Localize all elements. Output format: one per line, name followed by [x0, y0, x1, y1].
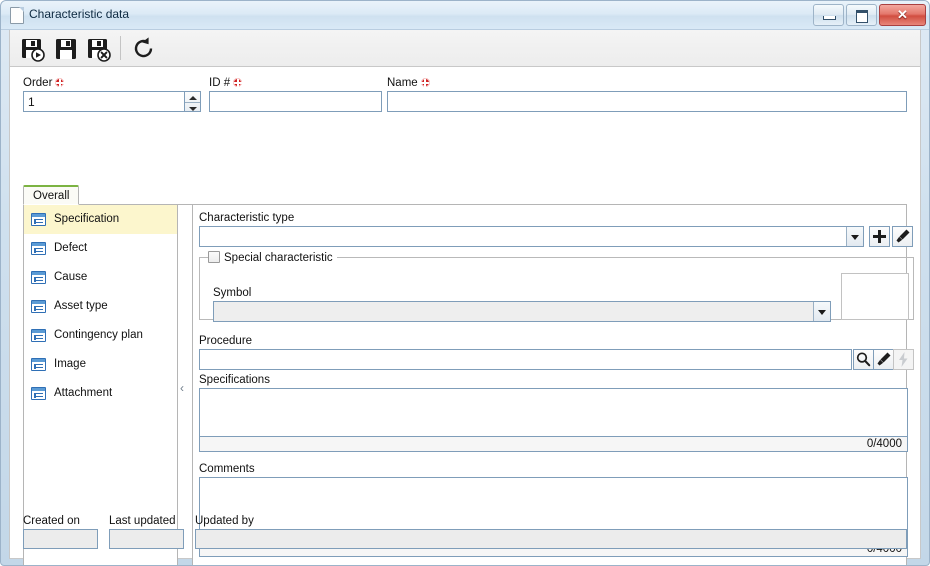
- special-characteristic-checkbox[interactable]: [208, 251, 220, 263]
- sidebar-item-label: Specification: [54, 213, 120, 225]
- window-title: Characteristic data: [29, 7, 130, 21]
- form-icon: [31, 387, 46, 400]
- sidebar-item-attachment[interactable]: Attachment: [24, 379, 177, 408]
- close-icon: ✕: [897, 7, 908, 22]
- sidebar-item-cause[interactable]: Cause: [24, 263, 177, 292]
- last-updated-value: [109, 529, 184, 549]
- content-panel: Characteristic type Special characterist…: [192, 205, 914, 565]
- updated-by-value: [195, 529, 907, 549]
- maximize-icon: [856, 10, 868, 23]
- minimize-button[interactable]: [813, 4, 844, 26]
- sidebar: Specification Defect Cause Asset type Co…: [23, 205, 178, 565]
- minimize-icon: [823, 16, 836, 20]
- save-close-icon: [88, 39, 111, 62]
- save-new-icon: [22, 39, 45, 62]
- procedure-search-button[interactable]: [853, 349, 874, 370]
- name-input[interactable]: [387, 91, 907, 112]
- window-controls: ✕: [813, 4, 926, 26]
- save-and-close-button[interactable]: [84, 35, 112, 62]
- procedure-execute-button[interactable]: [893, 349, 914, 370]
- sidebar-item-label: Defect: [54, 242, 88, 254]
- sidebar-item-label: Cause: [54, 271, 88, 283]
- name-label: Name: [387, 77, 430, 89]
- chevron-down-icon[interactable]: [846, 227, 863, 246]
- procedure-label: Procedure: [199, 335, 253, 347]
- created-on-value: [23, 529, 98, 549]
- brush-icon: [896, 229, 910, 243]
- form-icon: [31, 213, 46, 226]
- sidebar-splitter[interactable]: ‹: [178, 205, 192, 565]
- required-indicator-icon: [233, 78, 243, 87]
- add-icon: [873, 230, 886, 243]
- chevron-down-icon: [189, 106, 197, 111]
- order-spinner[interactable]: [184, 91, 201, 112]
- required-indicator-icon: [420, 78, 430, 87]
- characteristic-type-combo[interactable]: [199, 226, 864, 247]
- symbol-preview: [841, 273, 909, 320]
- toolbar: [9, 30, 921, 67]
- procedure-clear-button[interactable]: [873, 349, 894, 370]
- save-and-new-button[interactable]: [18, 35, 46, 62]
- sidebar-item-contingency-plan[interactable]: Contingency plan: [24, 321, 177, 350]
- refresh-button[interactable]: [130, 35, 158, 62]
- sidebar-item-asset-type[interactable]: Asset type: [24, 292, 177, 321]
- chevron-down-icon[interactable]: [813, 302, 830, 321]
- symbol-label: Symbol: [213, 287, 252, 299]
- comments-label: Comments: [199, 463, 255, 475]
- sidebar-item-defect[interactable]: Defect: [24, 234, 177, 263]
- symbol-combo[interactable]: [213, 301, 831, 322]
- chevron-left-icon[interactable]: ‹: [180, 382, 184, 394]
- id-label: ID #: [209, 77, 243, 89]
- sidebar-item-label: Image: [54, 358, 86, 370]
- toolbar-separator: [120, 36, 121, 60]
- magnifier-icon: [856, 352, 871, 367]
- sidebar-item-specification[interactable]: Specification: [24, 205, 177, 234]
- last-updated-label: Last updated: [109, 515, 176, 527]
- special-characteristic-legend: Special characteristic: [208, 250, 337, 266]
- document-icon: [10, 7, 24, 24]
- title-bar: Characteristic data ✕: [1, 1, 929, 30]
- form-icon: [31, 358, 46, 371]
- tab-overall[interactable]: Overall: [23, 185, 80, 205]
- maximize-button[interactable]: [846, 4, 877, 26]
- sidebar-item-image[interactable]: Image: [24, 350, 177, 379]
- specifications-counter: 0/4000: [200, 436, 907, 451]
- created-on-label: Created on: [23, 515, 80, 527]
- sidebar-item-label: Asset type: [54, 300, 108, 312]
- order-spinner-up[interactable]: [185, 92, 200, 102]
- characteristic-type-label: Characteristic type: [199, 212, 295, 224]
- characteristic-type-add-button[interactable]: [869, 226, 890, 247]
- brush-icon: [877, 352, 891, 366]
- order-input[interactable]: [23, 91, 189, 112]
- form-icon: [31, 271, 46, 284]
- specifications-field: 0/4000: [199, 388, 908, 452]
- required-indicator-icon: [55, 78, 65, 87]
- application-window: Characteristic data ✕ Order 1 ID # Name …: [0, 0, 930, 566]
- id-input[interactable]: [209, 91, 382, 112]
- tab-strip: Overall: [23, 185, 907, 205]
- procedure-input[interactable]: [199, 349, 852, 370]
- form-icon: [31, 300, 46, 313]
- client-area: Order ID # Name Overall Specification: [9, 67, 921, 565]
- lightning-icon: [899, 352, 908, 367]
- form-icon: [31, 329, 46, 342]
- chevron-up-icon: [189, 96, 197, 100]
- updated-by-label: Updated by: [195, 515, 254, 527]
- specifications-textarea[interactable]: [200, 389, 907, 436]
- sidebar-item-label: Contingency plan: [54, 329, 143, 341]
- refresh-icon: [134, 37, 153, 58]
- characteristic-type-clear-button[interactable]: [892, 226, 913, 247]
- sidebar-item-label: Attachment: [54, 387, 113, 399]
- close-button[interactable]: ✕: [879, 4, 926, 26]
- save-icon: [56, 39, 76, 59]
- order-spinner-down[interactable]: [185, 101, 200, 113]
- save-button[interactable]: [52, 35, 80, 62]
- specifications-label: Specifications: [199, 374, 270, 386]
- order-label: Order: [23, 77, 65, 89]
- form-icon: [31, 242, 46, 255]
